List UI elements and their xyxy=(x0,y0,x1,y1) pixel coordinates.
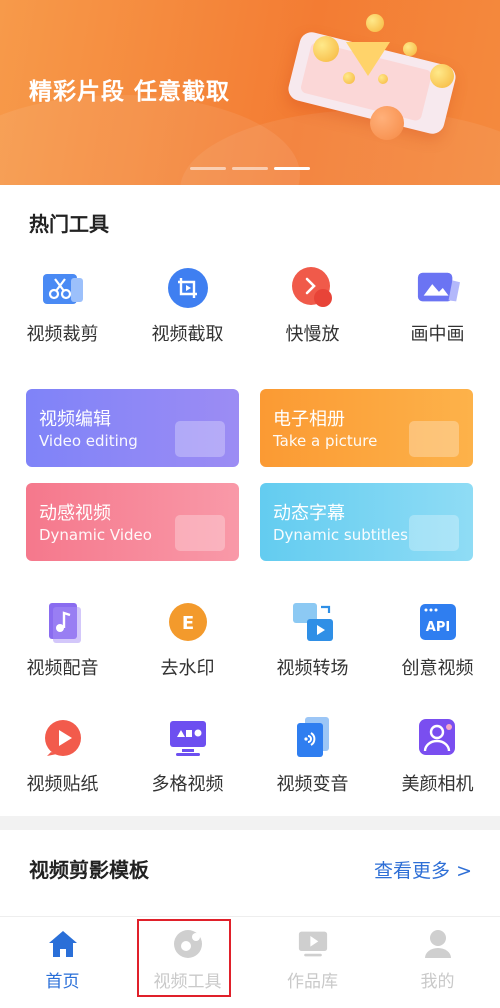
tool-picture-in-picture[interactable]: 画中画 xyxy=(375,266,500,346)
carousel-dot-active[interactable] xyxy=(274,167,310,170)
ball-decoration xyxy=(366,14,384,32)
tool-speed[interactable]: 快慢放 xyxy=(250,266,375,346)
player-icon xyxy=(175,515,225,551)
api-icon-text: API xyxy=(425,620,449,635)
highlight-box xyxy=(137,919,231,997)
ball-decoration xyxy=(430,64,454,88)
tab-label: 首页 xyxy=(45,972,80,992)
ball-decoration xyxy=(313,36,339,62)
stamp-icon: E xyxy=(166,600,210,644)
photo-icon xyxy=(409,421,459,457)
speed-icon xyxy=(291,266,335,310)
tool-label: 视频贴纸 xyxy=(26,774,99,795)
tool-creative-video[interactable]: API 创意视频 xyxy=(375,600,500,680)
play-triangle-decoration xyxy=(346,42,390,76)
card-video-editing[interactable]: 视频编辑 Video editing xyxy=(26,389,239,467)
tab-home[interactable]: 首页 xyxy=(0,917,125,1008)
section-divider xyxy=(0,816,500,830)
carousel-dot[interactable] xyxy=(232,167,268,170)
crop-icon xyxy=(166,266,210,310)
tool-label: 视频裁剪 xyxy=(26,324,99,345)
tool-dubbing[interactable]: 视频配音 xyxy=(0,600,125,680)
tool-label: 创意视频 xyxy=(401,658,474,679)
music-note-icon xyxy=(41,600,85,644)
promo-banner[interactable]: 精彩片段 任意截取 xyxy=(0,0,500,185)
tool-label: 视频截取 xyxy=(151,324,224,345)
tool-label: 去水印 xyxy=(160,658,215,679)
hot-tools-title: 热门工具 xyxy=(29,212,109,236)
bottom-navigation: 首页 视频工具 作品库 我的 xyxy=(0,916,500,1008)
tools-row-2: 视频配音 E 去水印 视频转场 API 创意视频 xyxy=(0,600,500,680)
tab-me[interactable]: 我的 xyxy=(375,917,500,1008)
carousel-dot[interactable] xyxy=(190,167,226,170)
ball-decoration xyxy=(403,42,417,56)
transition-icon xyxy=(291,600,335,644)
tool-video-cut[interactable]: 视频裁剪 xyxy=(0,266,125,346)
card-subtitle: Dynamic subtitles xyxy=(273,526,408,544)
tool-label: 快慢放 xyxy=(285,324,340,345)
svg-text:E: E xyxy=(181,613,193,634)
tab-library[interactable]: 作品库 xyxy=(250,917,375,1008)
templates-title: 视频剪影模板 xyxy=(29,858,149,882)
tool-beauty-camera[interactable]: 美颜相机 xyxy=(375,716,500,796)
picture-in-picture-icon xyxy=(416,266,460,310)
card-title: 动态字幕 xyxy=(273,503,345,524)
api-icon: API xyxy=(416,600,460,644)
grid-video-icon xyxy=(166,716,210,760)
library-icon xyxy=(298,929,328,959)
tab-label: 作品库 xyxy=(287,972,338,992)
view-more-link[interactable]: 查看更多 > xyxy=(374,856,472,883)
tool-label: 画中画 xyxy=(410,324,465,345)
ball-decoration xyxy=(370,106,404,140)
tools-row-3: 视频贴纸 多格视频 视频变音 美颜相机 xyxy=(0,716,500,796)
card-subtitle: Take a picture xyxy=(273,432,378,450)
video-camera-icon xyxy=(175,421,225,457)
card-subtitle: Video editing xyxy=(39,432,138,450)
tool-label: 视频转场 xyxy=(276,658,349,679)
card-title: 电子相册 xyxy=(273,409,345,430)
banner-title: 精彩片段 任意截取 xyxy=(29,79,231,105)
tool-transition[interactable]: 视频转场 xyxy=(250,600,375,680)
beauty-camera-icon xyxy=(416,716,460,760)
subtitle-icon xyxy=(409,515,459,551)
scissors-icon xyxy=(41,266,85,310)
voice-change-icon xyxy=(291,716,335,760)
tool-label: 多格视频 xyxy=(151,774,224,795)
card-title: 动感视频 xyxy=(39,503,111,524)
card-dynamic-video[interactable]: 动感视频 Dynamic Video xyxy=(26,483,239,561)
card-title: 视频编辑 xyxy=(39,409,111,430)
user-icon xyxy=(423,929,453,959)
tool-voice-change[interactable]: 视频变音 xyxy=(250,716,375,796)
tab-label: 我的 xyxy=(420,972,455,992)
card-photo-album[interactable]: 电子相册 Take a picture xyxy=(260,389,473,467)
tool-remove-watermark[interactable]: E 去水印 xyxy=(125,600,250,680)
carousel-indicator xyxy=(190,167,310,170)
card-subtitle: Dynamic Video xyxy=(39,526,152,544)
tool-grid-video[interactable]: 多格视频 xyxy=(125,716,250,796)
card-dynamic-subtitles[interactable]: 动态字幕 Dynamic subtitles xyxy=(260,483,473,561)
tool-label: 视频配音 xyxy=(26,658,99,679)
tool-video-crop[interactable]: 视频截取 xyxy=(125,266,250,346)
hot-tools-row: 视频裁剪 视频截取 快慢放 画中画 xyxy=(0,266,500,346)
home-icon xyxy=(48,929,78,959)
tool-sticker[interactable]: 视频贴纸 xyxy=(0,716,125,796)
tool-label: 视频变音 xyxy=(276,774,349,795)
sticker-icon xyxy=(41,716,85,760)
tool-label: 美颜相机 xyxy=(401,774,474,795)
